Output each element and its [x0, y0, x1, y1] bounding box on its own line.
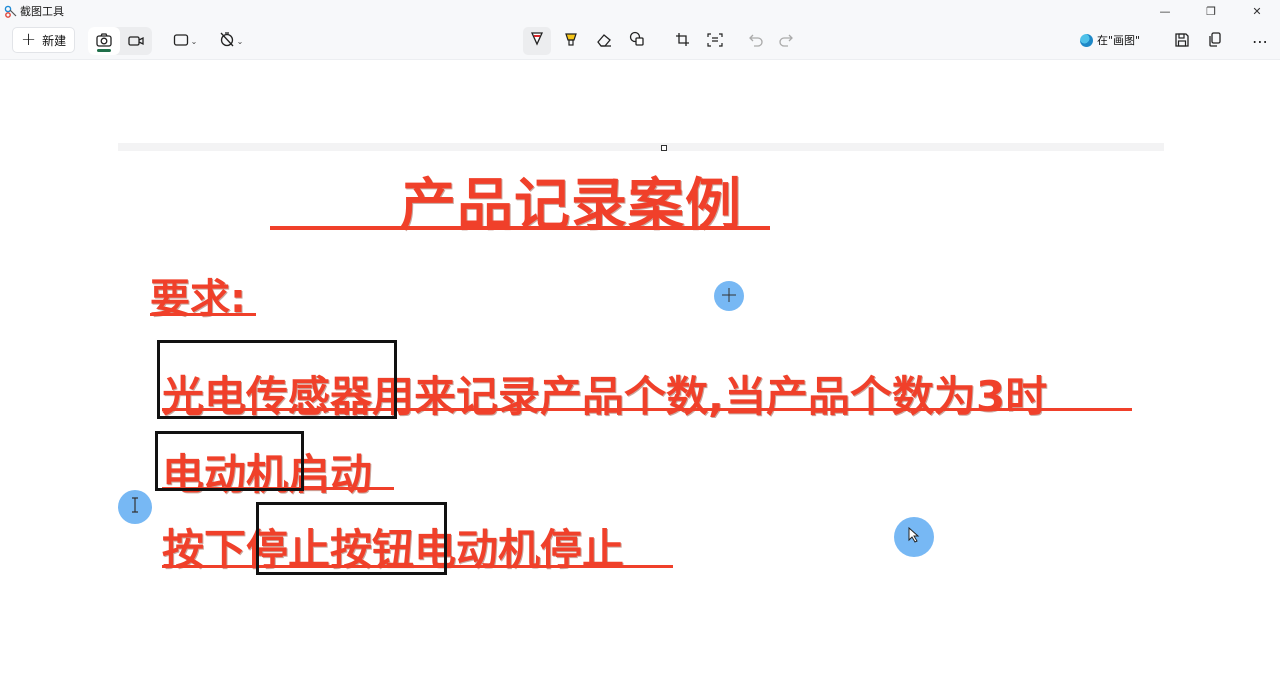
copy-icon: [1208, 31, 1222, 51]
stop-button-box: [256, 502, 447, 575]
rectangle-mode-icon: [173, 32, 189, 51]
text-cursor-highlight: [118, 490, 152, 524]
title-bar: 截图工具 — ❐ ✕: [0, 0, 1280, 22]
crosshair-cursor-highlight: [714, 281, 744, 311]
requirement-underline: [150, 313, 256, 316]
highlighter-button[interactable]: [557, 27, 585, 55]
motor-box: [155, 431, 304, 491]
snipping-tool-icon: [3, 4, 17, 18]
restore-button[interactable]: ❐: [1188, 0, 1234, 22]
text-cursor-icon: [130, 497, 140, 517]
window-controls: — ❐ ✕: [1142, 0, 1280, 22]
text-actions-icon: [707, 32, 723, 51]
shapes-icon: [629, 31, 645, 51]
undo-button[interactable]: [742, 27, 770, 55]
save-icon: [1175, 32, 1189, 51]
copy-button[interactable]: [1201, 27, 1229, 55]
camera-icon: [96, 32, 112, 51]
paint-icon: [1080, 33, 1093, 47]
video-icon: [128, 32, 144, 51]
minimize-button[interactable]: —: [1142, 0, 1188, 22]
snip-shape-dropdown[interactable]: ⌄: [170, 27, 200, 55]
chevron-down-icon: ⌄: [236, 36, 244, 46]
title-underline: [270, 226, 770, 230]
line-1-rest-text: 用来记录产品个数,当产品个数为3时: [372, 372, 1048, 421]
open-in-paint-label: 在"画图": [1097, 34, 1141, 47]
video-mode-button[interactable]: [120, 27, 152, 55]
close-button[interactable]: ✕: [1234, 0, 1280, 22]
open-in-paint-button[interactable]: 在"画图": [1080, 28, 1140, 52]
crop-icon: [675, 32, 690, 51]
plus-icon: +: [21, 29, 37, 50]
crop-button[interactable]: [668, 27, 696, 55]
pointer-cursor-icon: [908, 526, 920, 547]
chevron-down-icon: ⌄: [190, 36, 198, 46]
toolbar: + 新建 ⌄ ⌄ 在"画图" ⋯: [0, 22, 1280, 60]
redo-icon: [779, 32, 793, 51]
ballpoint-pen-icon: [530, 31, 544, 51]
captured-image-top-edge: [118, 143, 1164, 151]
more-button[interactable]: ⋯: [1248, 27, 1272, 55]
screenshot-mode-button[interactable]: [88, 27, 120, 55]
capture-mode-group: [88, 27, 152, 55]
app-title: 截图工具: [20, 5, 64, 18]
text-actions-button[interactable]: [701, 27, 729, 55]
pointer-cursor-highlight: [894, 517, 934, 557]
crosshair-icon: [722, 287, 736, 306]
eraser-button[interactable]: [590, 27, 618, 55]
photoelectric-sensor-box: [157, 340, 397, 419]
eraser-icon: [596, 32, 612, 51]
ballpoint-pen-button[interactable]: [523, 27, 551, 55]
redo-button[interactable]: [772, 27, 800, 55]
undo-icon: [749, 32, 763, 51]
new-snip-label: 新建: [42, 33, 67, 48]
more-icon: ⋯: [1252, 31, 1268, 51]
shapes-button[interactable]: [623, 27, 651, 55]
delay-dropdown[interactable]: ⌄: [216, 27, 246, 55]
timer-off-icon: [219, 31, 235, 51]
highlighter-icon: [564, 31, 578, 51]
new-snip-button[interactable]: + 新建: [12, 27, 76, 53]
save-button[interactable]: [1168, 27, 1196, 55]
